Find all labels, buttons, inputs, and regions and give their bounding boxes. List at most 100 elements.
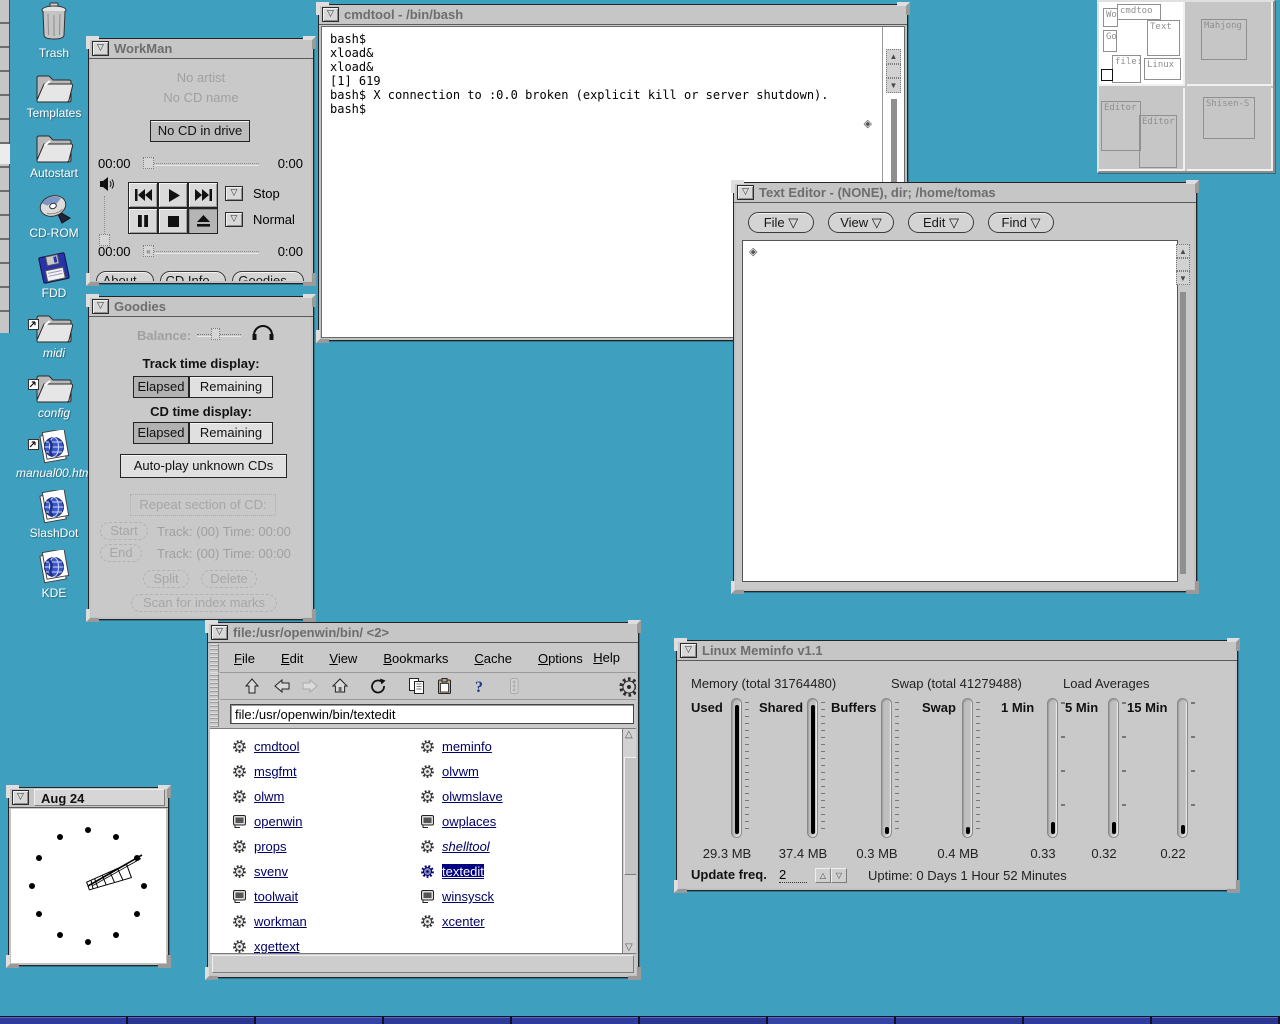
track-elapsed-button[interactable]: Elapsed <box>133 376 189 398</box>
file-item-msgfmt[interactable]: msgfmt <box>232 763 297 781</box>
locationbar-grip[interactable] <box>210 701 219 727</box>
taskbar-segment[interactable] <box>1024 1017 1150 1024</box>
file-item-props[interactable]: props <box>232 838 287 856</box>
file-link-olwmslave[interactable]: olwmslave <box>442 789 503 804</box>
menu-bookmarks[interactable]: Bookmarks <box>383 651 448 666</box>
file-link-winsysck[interactable]: winsysck <box>442 889 494 904</box>
cd-status-button[interactable]: No CD in drive <box>150 120 250 142</box>
location-input[interactable] <box>230 704 634 724</box>
file-item-winsysck[interactable]: winsysck <box>420 888 494 906</box>
resize-corner[interactable] <box>628 967 641 980</box>
taskbar-segment[interactable] <box>384 1017 510 1024</box>
resize-corner[interactable] <box>316 330 329 343</box>
file-link-meminfo[interactable]: meminfo <box>442 739 492 754</box>
resize-corner[interactable] <box>303 294 316 307</box>
scroll-up-arrow[interactable]: △ <box>625 729 633 740</box>
resize-corner[interactable] <box>897 2 910 15</box>
menu-options[interactable]: Options <box>538 651 583 666</box>
file-item-svenv[interactable]: svenv <box>232 863 288 881</box>
goodies-button[interactable]: Goodies... <box>232 271 304 281</box>
cd-remaining-button[interactable]: Remaining <box>189 422 273 444</box>
menubar-grip[interactable] <box>210 644 219 673</box>
file-link-xgettext[interactable]: xgettext <box>254 939 300 954</box>
taskbar-segment[interactable] <box>768 1017 894 1024</box>
taskbar-edge-strip[interactable] <box>0 1016 1280 1024</box>
file-link-textedit[interactable]: textedit <box>442 864 484 879</box>
gear-icon[interactable] <box>618 676 636 703</box>
resize-corner[interactable] <box>6 955 19 968</box>
repeat-section-button[interactable]: Repeat section of CD: <box>130 494 276 516</box>
scroll-up-arrow[interactable]: ▲ <box>1176 244 1190 258</box>
resize-corner[interactable] <box>1186 180 1199 193</box>
scan-index-button[interactable]: Scan for index marks <box>131 594 277 612</box>
file-link-shelltool[interactable]: shelltool <box>442 839 490 854</box>
resize-corner[interactable] <box>731 581 744 594</box>
file-item-textedit[interactable]: textedit <box>420 863 484 881</box>
resize-corner[interactable] <box>86 609 99 622</box>
desktop-icon-fdd[interactable]: FDD <box>16 246 92 300</box>
resize-corner[interactable] <box>674 880 687 893</box>
resize-corner[interactable] <box>303 273 316 286</box>
taskbar-segment[interactable] <box>256 1017 382 1024</box>
file-item-meminfo[interactable]: meminfo <box>420 738 492 756</box>
scroll-thumb[interactable] <box>624 757 636 875</box>
spin-down-button[interactable]: ▽ <box>831 868 847 883</box>
file-link-olvwm[interactable]: olvwm <box>442 764 479 779</box>
desktop-icon-kde[interactable]: KDE <box>16 546 92 600</box>
resize-corner[interactable] <box>158 955 171 968</box>
file-link-workman[interactable]: workman <box>254 914 307 929</box>
resize-corner[interactable] <box>86 273 99 286</box>
cd-elapsed-button[interactable]: Elapsed <box>133 422 189 444</box>
menu-help[interactable]: Help <box>593 650 620 665</box>
file-item-cmdtool[interactable]: cmdtool <box>232 738 300 756</box>
desktop-icon-cd-rom[interactable]: CD-ROM <box>16 186 92 240</box>
track-remaining-button[interactable]: Remaining <box>189 376 273 398</box>
help-icon[interactable]: ? <box>470 676 490 701</box>
home-icon[interactable] <box>330 676 350 701</box>
resize-corner[interactable] <box>674 638 687 651</box>
cd-position-slider[interactable] <box>147 251 259 254</box>
taskbar-segment[interactable] <box>896 1017 1022 1024</box>
desktop-icon-config[interactable]: config <box>16 366 92 420</box>
copy-icon[interactable] <box>406 676 426 701</box>
paste-icon[interactable] <box>434 676 454 701</box>
menu-button-view[interactable]: View ▽ <box>828 212 894 233</box>
after-action-dropdown[interactable]: ▽ <box>225 186 243 201</box>
about-button[interactable]: About... <box>96 271 154 281</box>
file-item-shelltool[interactable]: shelltool <box>420 838 490 856</box>
delete-button[interactable]: Delete <box>201 570 257 588</box>
file-item-olwm[interactable]: olwm <box>232 788 284 806</box>
scroll-down-arrow[interactable]: ▽ <box>625 942 633 953</box>
next-track-button[interactable] <box>188 182 218 208</box>
resize-corner[interactable] <box>1227 880 1240 893</box>
resize-corner[interactable] <box>628 620 641 633</box>
resize-corner[interactable] <box>731 180 744 193</box>
scrollbar-cable[interactable] <box>1180 292 1186 574</box>
spin-up-button[interactable]: △ <box>815 868 831 883</box>
eject-button[interactable] <box>188 208 218 234</box>
balance-slider-thumb[interactable] <box>211 328 220 340</box>
taskbar-segment[interactable] <box>640 1017 766 1024</box>
previous-track-button[interactable] <box>128 182 158 208</box>
resize-corner[interactable] <box>158 785 171 798</box>
pause-button[interactable] <box>128 208 158 234</box>
resize-corner[interactable] <box>1186 581 1199 594</box>
workman-titlebar[interactable]: ▽ WorkMan <box>89 39 313 59</box>
file-item-xcenter[interactable]: xcenter <box>420 913 485 931</box>
file-link-olwm[interactable]: olwm <box>254 789 284 804</box>
pager-desktop-1[interactable]: WocmdtooTextGofile:Linux <box>1099 2 1185 86</box>
taskbar-segment[interactable] <box>0 1017 126 1024</box>
up-icon[interactable] <box>242 676 262 701</box>
resize-corner[interactable] <box>205 620 218 633</box>
file-item-owplaces[interactable]: owplaces <box>420 813 496 831</box>
desktop-icon-slashdot[interactable]: SlashDot <box>16 486 92 540</box>
texteditor-titlebar[interactable]: ▽ Text Editor - (NONE), dir; /home/tomas <box>734 183 1196 203</box>
track-slider-thumb[interactable] <box>143 157 154 169</box>
desktop-icon-templates[interactable]: Templates <box>16 66 92 120</box>
resize-corner[interactable] <box>86 36 99 49</box>
file-item-olvwm[interactable]: olvwm <box>420 763 479 781</box>
filemanager-titlebar[interactable]: ▽ file:/usr/openwin/bin/ <2> <box>208 623 638 643</box>
end-button[interactable]: End <box>100 544 142 562</box>
scroll-down-arrow[interactable]: ▼ <box>886 78 901 93</box>
menu-button-edit[interactable]: Edit ▽ <box>908 212 974 233</box>
